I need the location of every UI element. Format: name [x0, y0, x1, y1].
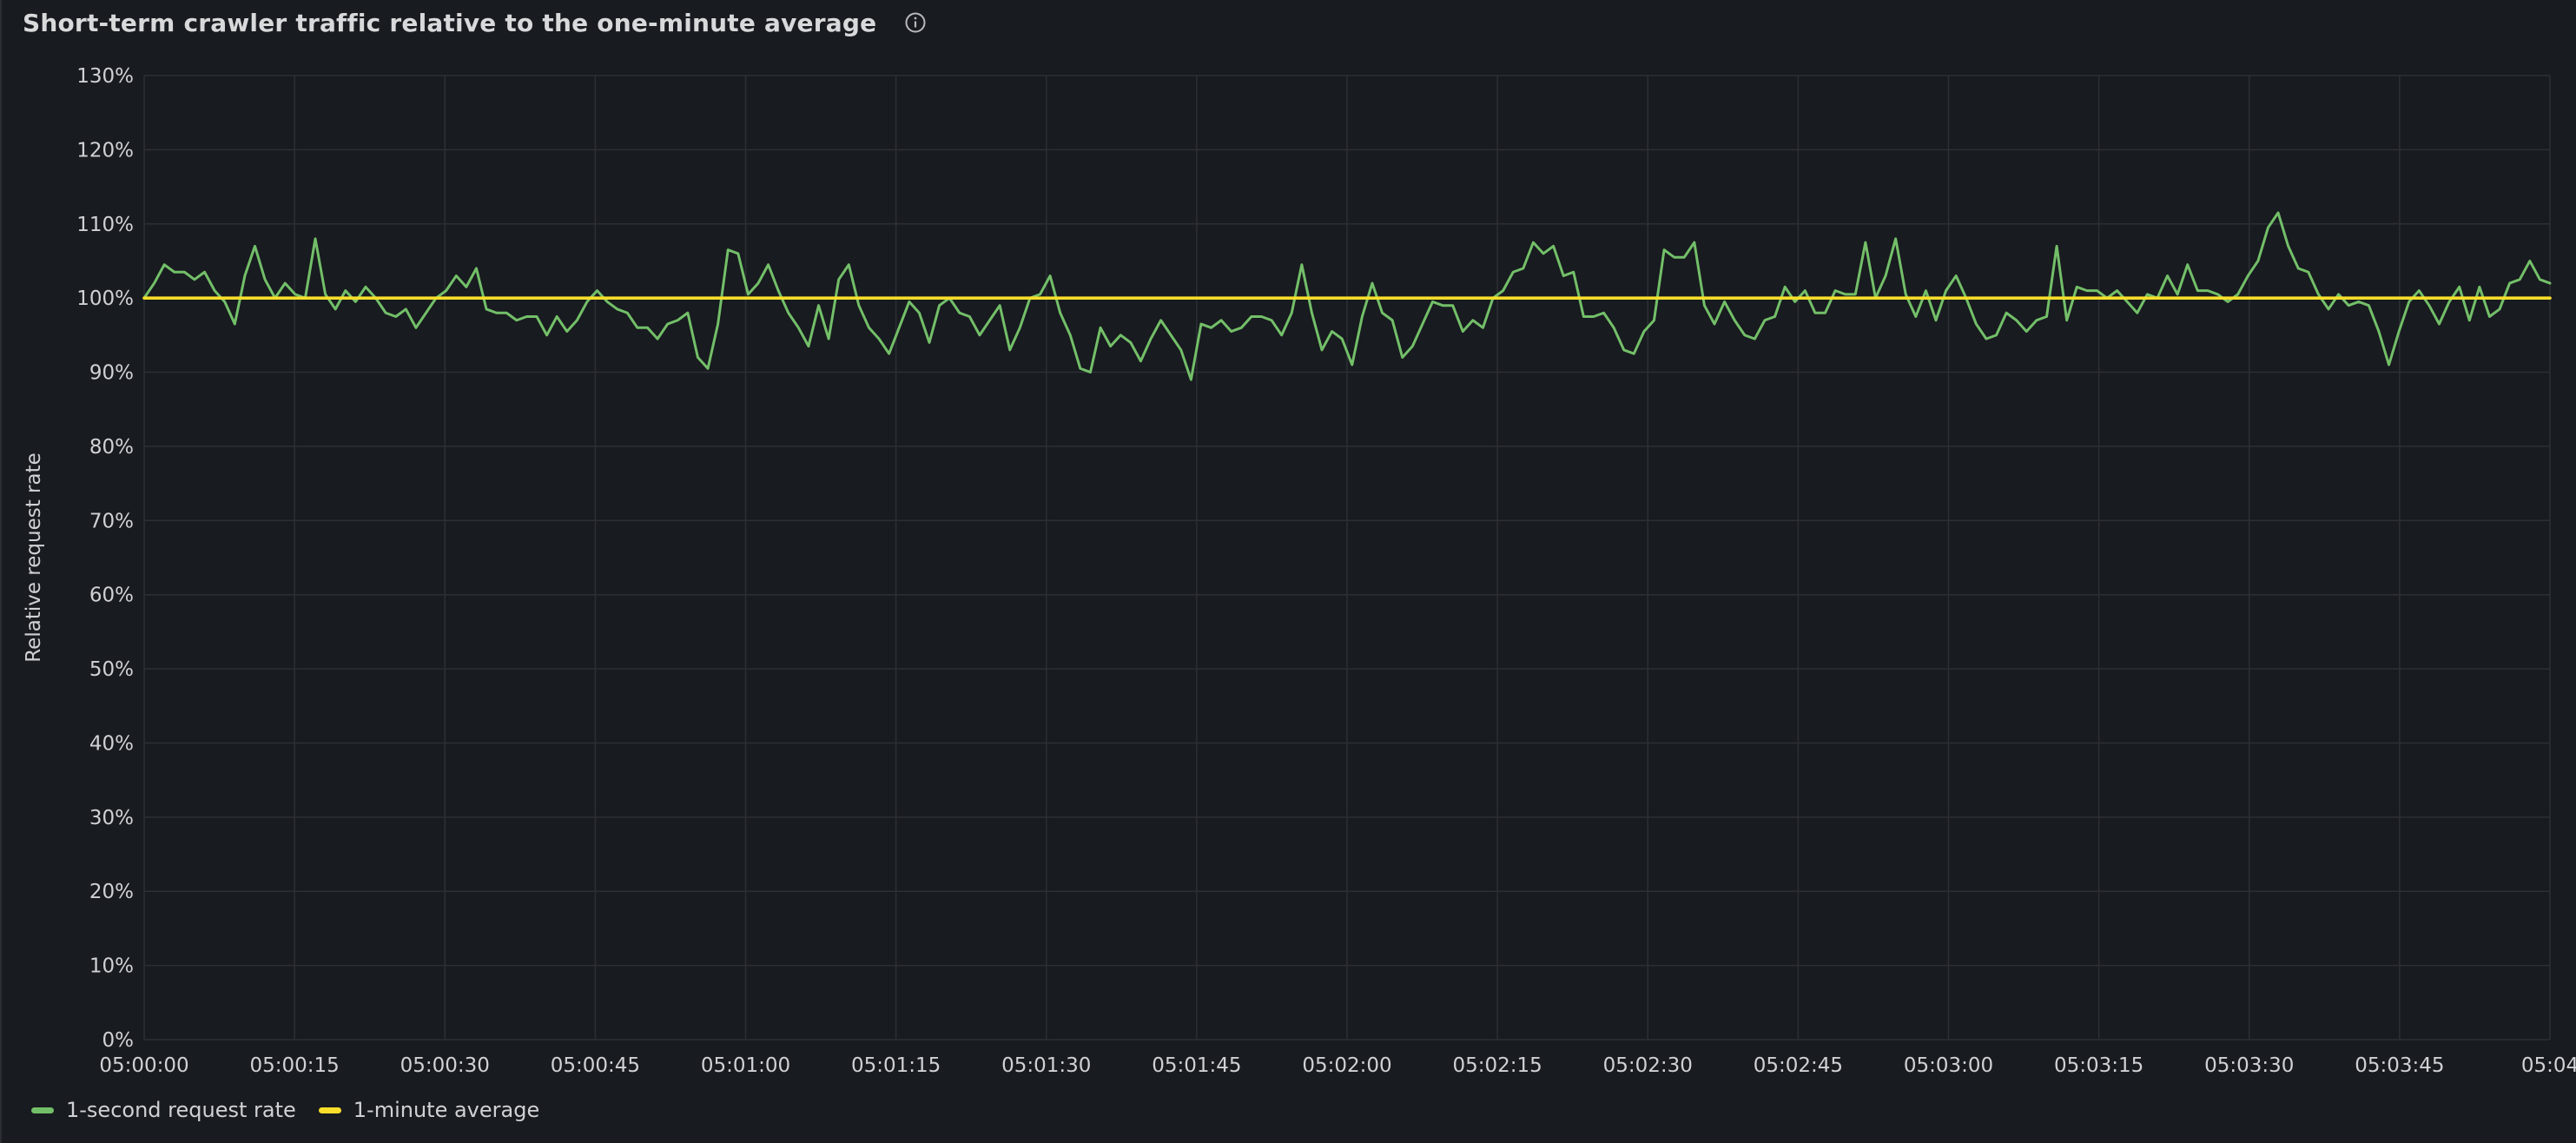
y-tick-label: 10%	[89, 955, 134, 978]
x-tick-label: 05:01:00	[701, 1054, 790, 1077]
y-tick-label: 80%	[89, 436, 134, 459]
x-tick-label: 05:02:30	[1603, 1054, 1693, 1077]
y-tick-label: 0%	[102, 1029, 135, 1052]
y-tick-label: 30%	[89, 807, 134, 829]
y-tick-label: 100%	[76, 287, 134, 310]
legend-item[interactable]: 1-minute average	[318, 1098, 540, 1122]
x-axis-ticks: 05:00:00 05:00:15 05:00:30 05:00:45 05:01:00…	[99, 1054, 2576, 1077]
y-tick-label: 90%	[89, 362, 134, 385]
legend-swatch	[318, 1107, 341, 1113]
x-tick-label: 05:03:15	[2054, 1054, 2143, 1077]
x-tick-label: 05:02:15	[1452, 1054, 1542, 1077]
x-tick-label: 05:03:00	[1904, 1054, 1993, 1077]
x-tick-label: 05:04	[2521, 1054, 2576, 1077]
y-axis-label: Relative request rate	[23, 453, 45, 663]
x-tick-label: 05:00:15	[249, 1054, 339, 1077]
y-tick-label: 110%	[76, 214, 134, 236]
x-tick-label: 05:00:45	[551, 1054, 640, 1077]
legend-label: 1-minute average	[353, 1098, 540, 1122]
line-chart: 0% 10% 20% 30% 40% 50% 60% 70% 80% 90% 100% 110% 120…	[23, 65, 2576, 1077]
legend-label: 1-second request rate	[66, 1098, 296, 1122]
x-tick-label: 05:02:00	[1302, 1054, 1391, 1077]
chart-legend: 1-second request rate 1-minute average	[31, 1094, 562, 1126]
chart-grid	[143, 75, 2551, 1041]
y-tick-label: 20%	[89, 881, 134, 903]
x-tick-label: 05:01:45	[1152, 1054, 1241, 1077]
y-tick-label: 50%	[89, 658, 134, 681]
x-tick-label: 05:01:15	[851, 1054, 941, 1077]
y-tick-label: 40%	[89, 732, 134, 755]
y-tick-label: 70%	[89, 510, 134, 532]
y-tick-label: 60%	[89, 585, 134, 607]
y-tick-label: 120%	[76, 139, 134, 162]
x-tick-label: 05:02:45	[1754, 1054, 1843, 1077]
legend-item[interactable]: 1-second request rate	[31, 1098, 296, 1122]
x-tick-label: 05:01:30	[1001, 1054, 1091, 1077]
legend-swatch	[31, 1107, 54, 1113]
chart-panel: Short-term crawler traffic relative to t…	[0, 0, 2576, 1143]
x-tick-label: 05:00:00	[99, 1054, 188, 1077]
x-tick-label: 05:00:30	[400, 1054, 490, 1077]
x-tick-label: 05:03:45	[2355, 1054, 2444, 1077]
y-tick-label: 130%	[76, 65, 134, 88]
y-axis-ticks: 0% 10% 20% 30% 40% 50% 60% 70% 80% 90% 100% 110% 120…	[76, 65, 134, 1052]
x-tick-label: 05:03:30	[2204, 1054, 2294, 1077]
